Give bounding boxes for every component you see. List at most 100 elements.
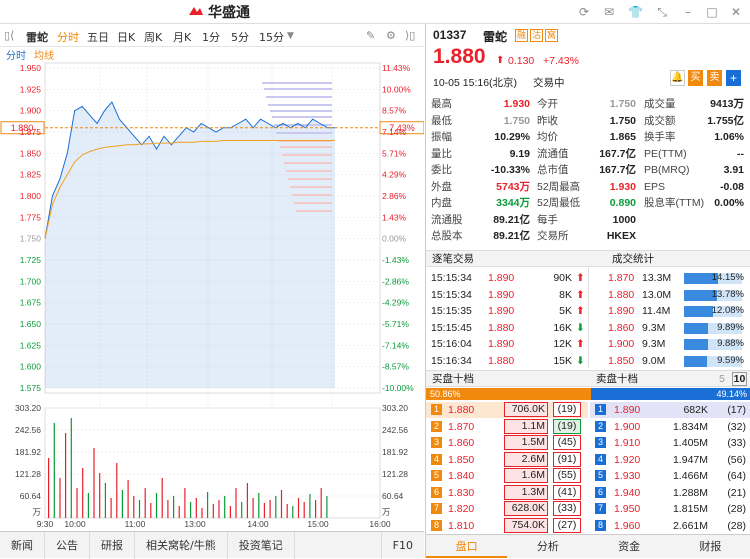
stat-bar-fill xyxy=(684,339,708,350)
subtab-average[interactable]: 均线 xyxy=(34,49,54,62)
volume-tick-label-right: 60.64 xyxy=(382,491,404,501)
settings-icon[interactable]: ⚙ xyxy=(386,29,396,42)
tab-orderbook[interactable]: 盘口 xyxy=(426,535,508,558)
chevron-down-icon[interactable]: ▼ xyxy=(287,31,294,41)
stat-value: 9.19 xyxy=(509,147,530,160)
close-icon[interactable]: ✕ xyxy=(729,5,743,19)
tag-margin: 融 xyxy=(515,29,528,42)
stat-row: 1.900 9.3M 9.88% xyxy=(590,336,750,352)
intraday-chart[interactable]: 分时 均线 1.880 7.43% 1.950 11.43%1.925 10.00%1.… xyxy=(0,48,424,530)
ask-orders: (64) xyxy=(727,470,746,482)
price-tick-label: 1.850 xyxy=(20,148,42,158)
trade-row: 15:15:35 1.890 5K ⬆ xyxy=(426,303,588,319)
volume-bar xyxy=(258,493,260,518)
tag-warrant: 窝 xyxy=(545,29,558,42)
trade-time: 15:15:35 xyxy=(431,305,472,317)
tab-warrants[interactable]: 相关窝轮/牛熊 xyxy=(135,532,228,559)
app-logo: 华盛通 xyxy=(188,3,250,21)
ask-orders: (17) xyxy=(727,404,746,416)
alert-bell-icon[interactable]: 🔔 xyxy=(670,70,685,86)
stat-value: 1.750 xyxy=(503,114,530,127)
trade-price: 1.880 xyxy=(488,354,515,367)
depth-5-option[interactable]: 5 xyxy=(719,371,725,387)
bid-orders: (19) xyxy=(553,418,581,434)
tab-5day[interactable]: 五日 xyxy=(87,29,109,45)
bid-level: 1 1.880 706.0K (19) xyxy=(426,402,588,418)
tab-announcements[interactable]: 公告 xyxy=(45,532,90,559)
trade-row: 15:16:34 1.880 15K ⬇ xyxy=(426,353,588,369)
price-tick-label: 1.650 xyxy=(20,319,42,329)
tab-notes[interactable]: 投资笔记 xyxy=(228,532,295,559)
volume-tick-label: 万 xyxy=(32,507,41,517)
draw-pen-icon[interactable]: ✎ xyxy=(366,29,375,42)
ask-price: 1.940 xyxy=(614,486,641,499)
refresh-icon[interactable]: ⟳ xyxy=(577,5,591,19)
tab-financials[interactable]: 财报 xyxy=(670,535,750,558)
volume-bar xyxy=(246,483,248,518)
ask-volume: 1.288M xyxy=(672,486,708,499)
sidebar-toggle-icon[interactable]: ▯⟨ xyxy=(4,29,14,42)
subtab-intraday[interactable]: 分时 xyxy=(6,50,26,62)
arrow-down-icon: ⬇ xyxy=(576,321,585,334)
stats-title[interactable]: 成交统计 xyxy=(612,251,654,267)
stat-label: EPS xyxy=(644,180,666,193)
tab-analysis[interactable]: 分析 xyxy=(507,535,588,558)
depth-overlay-bar xyxy=(276,132,332,134)
price-tick-label: 1.725 xyxy=(20,255,42,265)
pct-tick-label: -2.86% xyxy=(382,276,409,286)
panel-toggle-icon[interactable]: ⟩▯ xyxy=(405,29,415,42)
depth-overlay-bar xyxy=(268,104,332,106)
price-tick-label: 1.700 xyxy=(20,276,42,286)
tab-news[interactable]: 新闻 xyxy=(0,532,45,559)
tab-daily-k[interactable]: 日K xyxy=(117,29,135,45)
mail-icon[interactable]: ✉ xyxy=(602,5,616,19)
trade-price: 1.890 xyxy=(488,288,515,301)
fullscreen-icon[interactable]: ⤡ xyxy=(655,5,669,19)
stat-volume: 9.0M xyxy=(642,354,666,367)
depth-overlay-bar xyxy=(264,88,332,90)
volume-bar xyxy=(195,498,197,518)
shirt-icon[interactable]: 👕 xyxy=(628,5,643,19)
tab-capital[interactable]: 资金 xyxy=(589,535,670,558)
depth-10-option[interactable]: 10 xyxy=(732,372,747,386)
maximize-icon[interactable]: □ xyxy=(705,5,719,19)
tab-15min[interactable]: 15分 xyxy=(259,29,284,45)
bid-price: 1.850 xyxy=(448,453,475,466)
sell-button[interactable]: 卖 xyxy=(707,70,722,86)
price-tick-label: 1.825 xyxy=(20,170,42,180)
trade-time: 15:16:34 xyxy=(431,354,472,367)
tab-weekly-k[interactable]: 周K xyxy=(144,29,162,45)
add-watchlist-button[interactable]: + xyxy=(726,70,741,86)
depth-overlay-bar xyxy=(296,210,332,212)
stat-value: 89.21亿 xyxy=(493,230,530,242)
ask-title: 卖盘十档 xyxy=(596,373,638,385)
tab-intraday[interactable]: 分时 xyxy=(57,29,79,45)
volume-bar xyxy=(138,500,141,518)
tab-f10[interactable]: F10 xyxy=(380,532,424,559)
tab-5min[interactable]: 5分 xyxy=(231,29,249,45)
quote-row: 最低 1.750 昨收 1.750 成交额 1.755亿 xyxy=(426,113,750,129)
trades-title[interactable]: 逐笔交易 xyxy=(432,251,474,267)
stat-value: 89.21亿 xyxy=(493,213,530,226)
volume-bar xyxy=(76,488,78,518)
buy-button[interactable]: 买 xyxy=(688,70,703,86)
stat-label: 交易所 xyxy=(537,230,569,242)
volume-bar xyxy=(65,433,67,518)
tab-1min[interactable]: 1分 xyxy=(202,29,220,45)
minimize-icon[interactable]: – xyxy=(681,5,695,19)
ask-orders: (33) xyxy=(727,437,746,449)
volume-tick-label: 121.28 xyxy=(15,469,41,479)
stat-label: 换手率 xyxy=(644,131,676,143)
stat-value: 1.930 xyxy=(503,98,530,110)
quote-row: 振幅 10.29% 均价 1.865 换手率 1.06% xyxy=(426,129,750,145)
price-tick-label: 1.750 xyxy=(20,234,42,244)
quote-row: 流通股 89.21亿 每手 1000 xyxy=(426,212,750,228)
tab-research[interactable]: 研报 xyxy=(90,532,135,559)
ask-price: 1.920 xyxy=(614,453,641,466)
ask-level: 8 1.960 2.661M (28) xyxy=(590,517,750,534)
depth-overlay-bar xyxy=(288,178,332,180)
stat-label: 成交量 xyxy=(644,98,676,110)
bid-level-badge: 7 xyxy=(431,503,442,514)
tab-monthly-k[interactable]: 月K xyxy=(173,29,191,45)
stat-value: 1.750 xyxy=(609,114,636,127)
